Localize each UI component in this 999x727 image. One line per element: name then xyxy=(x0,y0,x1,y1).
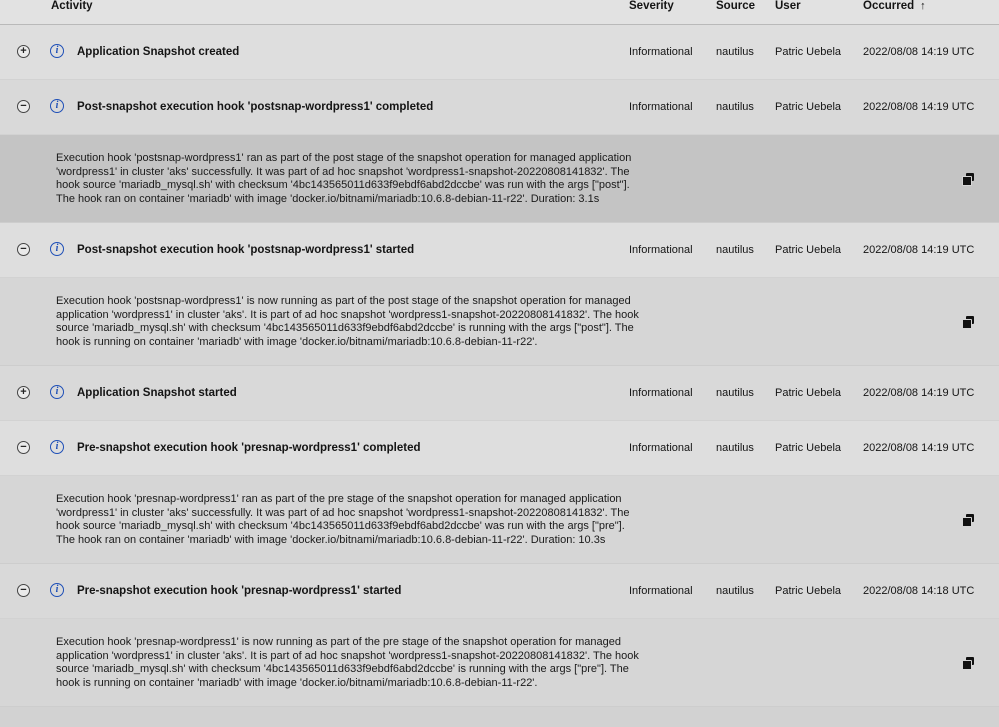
event-detail: Execution hook 'presnap-wordpress1' ran … xyxy=(0,476,999,564)
source-text: nautilus xyxy=(716,442,754,454)
event-detail-line: The hook ran on container 'mariadb' with… xyxy=(56,533,606,546)
occurred-text: 2022/08/08 14:19 UTC xyxy=(863,387,975,399)
info-icon: i xyxy=(50,385,64,399)
event-detail-line: source 'mariadb_mysql.sh' with checksum … xyxy=(56,663,629,675)
event-detail: Execution hook 'postsnap-wordpress1' is … xyxy=(0,278,999,366)
user-text: Patric Uebela xyxy=(775,244,842,256)
occurred-text: 2022/08/08 14:18 UTC xyxy=(863,585,975,597)
event-detail-line: hook is running on container 'mariadb' w… xyxy=(56,676,538,689)
info-icon: i xyxy=(50,44,64,58)
activity-text: Post-snapshot execution hook 'postsnap-w… xyxy=(77,244,415,256)
table-row[interactable]: − i Pre-snapshot execution hook 'presnap-w… xyxy=(0,564,999,619)
activity-text: Post-snapshot execution hook 'postsnap-w… xyxy=(77,101,434,113)
event-detail-text: Execution hook 'presnap-wordpress1' ran … xyxy=(56,493,696,547)
info-icon: i xyxy=(50,440,64,454)
event-detail-line: Execution hook 'postsnap-wordpress1' is … xyxy=(56,295,631,307)
collapse-icon[interactable]: − xyxy=(17,100,30,113)
column-header-severity[interactable]: Severity xyxy=(629,0,674,13)
table-row[interactable]: + i Application Snapshot started Informatio… xyxy=(0,366,999,421)
activity-text: Application Snapshot started xyxy=(77,387,237,399)
severity-text: Informational xyxy=(629,244,693,256)
severity-text: Informational xyxy=(629,46,693,58)
event-detail-line: hook is running on container 'mariadb' w… xyxy=(56,335,538,348)
user-text: Patric Uebela xyxy=(775,585,842,597)
user-text: Patric Uebela xyxy=(775,442,842,454)
occurred-text: 2022/08/08 14:19 UTC xyxy=(863,46,975,58)
event-detail-line: application 'wordpress1' in cluster 'aks… xyxy=(56,308,639,321)
occurred-text: 2022/08/08 14:19 UTC xyxy=(863,101,975,113)
event-detail-line: Execution hook 'presnap-wordpress1' ran … xyxy=(56,493,622,505)
info-icon: i xyxy=(50,242,64,256)
occurred-text: 2022/08/08 14:19 UTC xyxy=(863,244,975,256)
activity-text: Pre-snapshot execution hook 'presnap-wor… xyxy=(77,585,402,597)
severity-text: Informational xyxy=(629,585,693,597)
source-text: nautilus xyxy=(716,585,754,597)
activity-text: Pre-snapshot execution hook 'presnap-wor… xyxy=(77,442,421,454)
table-row[interactable]: − i Post-snapshot execution hook 'postsnap… xyxy=(0,223,999,278)
activity-text: Application Snapshot created xyxy=(77,46,240,58)
column-header-activity[interactable]: Activity xyxy=(51,0,93,13)
source-text: nautilus xyxy=(716,387,754,399)
event-detail-line: application 'wordpress1' in cluster 'aks… xyxy=(56,649,639,662)
column-header-occurred[interactable]: Occurred ↑ xyxy=(863,0,926,13)
source-text: nautilus xyxy=(716,101,754,113)
event-detail-line: hook source 'mariadb_mysql.sh' with chec… xyxy=(56,179,630,191)
column-header-user[interactable]: User xyxy=(775,0,801,13)
source-text: nautilus xyxy=(716,244,754,256)
expand-icon[interactable]: + xyxy=(17,386,30,399)
severity-text: Informational xyxy=(629,442,693,454)
event-detail-line: Execution hook 'presnap-wordpress1' is n… xyxy=(56,636,621,648)
table-row[interactable]: − i Pre-snapshot execution hook 'presnap-w… xyxy=(0,421,999,476)
info-icon: i xyxy=(50,583,64,597)
event-detail: Execution hook 'presnap-wordpress1' is n… xyxy=(0,619,999,707)
user-text: Patric Uebela xyxy=(775,101,842,113)
copy-icon[interactable] xyxy=(962,514,975,527)
event-detail-line: The hook ran on container 'mariadb' with… xyxy=(56,192,600,205)
collapse-icon[interactable]: − xyxy=(17,243,30,256)
severity-text: Informational xyxy=(629,101,693,113)
event-detail-line: 'wordpress1' in cluster 'aks' successful… xyxy=(56,165,630,178)
column-header-source[interactable]: Source xyxy=(716,0,755,13)
severity-text: Informational xyxy=(629,387,693,399)
collapse-icon[interactable]: − xyxy=(17,441,30,454)
table-header: Activity Severity Source User Occurred ↑ xyxy=(0,0,999,25)
event-detail-line: Execution hook 'postsnap-wordpress1' ran… xyxy=(56,152,632,164)
event-detail-line: source 'mariadb_mysql.sh' with checksum … xyxy=(56,322,634,334)
table-footer xyxy=(0,707,999,727)
event-detail-line: 'wordpress1' in cluster 'aks' successful… xyxy=(56,506,630,519)
activity-table: Activity Severity Source User Occurred ↑ … xyxy=(0,0,999,727)
column-header-occurred-label: Occurred xyxy=(863,0,915,12)
table-row[interactable]: + i Application Snapshot created Informatio… xyxy=(0,25,999,80)
table-row[interactable]: − i Post-snapshot execution hook 'postsnap… xyxy=(0,80,999,135)
user-text: Patric Uebela xyxy=(775,46,842,58)
event-detail-text: Execution hook 'presnap-wordpress1' is n… xyxy=(56,636,696,690)
copy-icon[interactable] xyxy=(962,657,975,670)
copy-icon[interactable] xyxy=(962,173,975,186)
event-detail-text: Execution hook 'postsnap-wordpress1' ran… xyxy=(56,152,696,206)
event-detail: Execution hook 'postsnap-wordpress1' ran… xyxy=(0,135,999,223)
arrow-up-icon[interactable]: ↑ xyxy=(920,0,926,13)
table-body: + i Application Snapshot created Informatio… xyxy=(0,25,999,707)
event-detail-text: Execution hook 'postsnap-wordpress1' is … xyxy=(56,295,696,349)
user-text: Patric Uebela xyxy=(775,387,842,399)
info-icon: i xyxy=(50,99,64,113)
copy-icon[interactable] xyxy=(962,316,975,329)
occurred-text: 2022/08/08 14:19 UTC xyxy=(863,442,975,454)
source-text: nautilus xyxy=(716,46,754,58)
expand-icon[interactable]: + xyxy=(17,45,30,58)
collapse-icon[interactable]: − xyxy=(17,584,30,597)
event-detail-line: hook source 'mariadb_mysql.sh' with chec… xyxy=(56,520,625,532)
